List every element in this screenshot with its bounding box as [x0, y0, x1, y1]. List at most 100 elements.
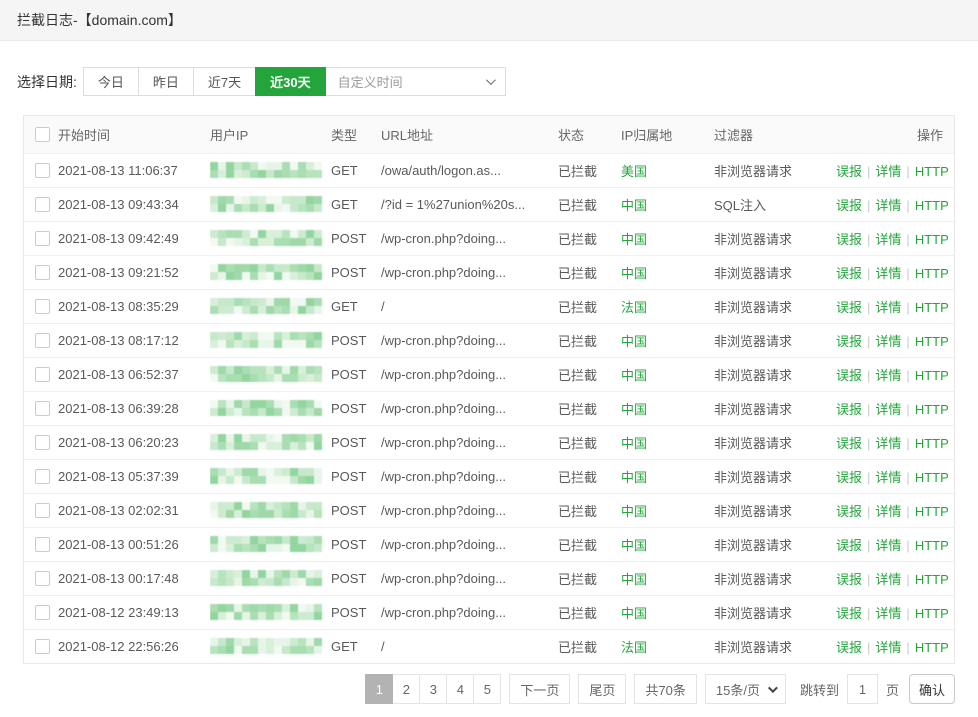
action-link-http[interactable]: HTTP: [915, 572, 949, 587]
action-link-detail[interactable]: 详情: [875, 198, 901, 213]
page-number-button[interactable]: 5: [473, 674, 501, 704]
user-ip-cell: [210, 357, 331, 391]
row-checkbox[interactable]: [35, 333, 50, 348]
action-link-http[interactable]: HTTP: [915, 334, 949, 349]
status: 已拦截: [558, 289, 621, 323]
action-link-http[interactable]: HTTP: [915, 164, 949, 179]
row-checkbox[interactable]: [35, 197, 50, 212]
row-checkbox-cell: [24, 629, 58, 663]
row-checkbox[interactable]: [35, 265, 50, 280]
action-link-misreport[interactable]: 误报: [836, 402, 862, 417]
action-link-detail[interactable]: 详情: [875, 368, 901, 383]
action-link-http[interactable]: HTTP: [915, 232, 949, 247]
action-link-http[interactable]: HTTP: [915, 198, 949, 213]
action-link-http[interactable]: HTTP: [915, 504, 949, 519]
action-link-detail[interactable]: 详情: [875, 232, 901, 247]
row-checkbox[interactable]: [35, 605, 50, 620]
start-time: 2021-08-13 06:39:28: [58, 391, 210, 425]
action-link-http[interactable]: HTTP: [915, 300, 949, 315]
confirm-button[interactable]: 确认: [909, 674, 955, 704]
page-number-button[interactable]: 2: [392, 674, 420, 704]
action-link-misreport[interactable]: 误报: [836, 300, 862, 315]
action-link-detail[interactable]: 详情: [875, 640, 901, 655]
user-ip-cell: [210, 153, 331, 187]
row-checkbox[interactable]: [35, 503, 50, 518]
action-link-http[interactable]: HTTP: [915, 606, 949, 621]
page-number-button[interactable]: 3: [419, 674, 447, 704]
row-checkbox[interactable]: [35, 435, 50, 450]
date-range-button[interactable]: 近30天: [255, 67, 325, 96]
row-checkbox[interactable]: [35, 299, 50, 314]
request-method: POST: [331, 255, 381, 289]
status: 已拦截: [558, 425, 621, 459]
select-all-checkbox[interactable]: [35, 127, 50, 142]
row-checkbox[interactable]: [35, 231, 50, 246]
action-link-misreport[interactable]: 误报: [836, 538, 862, 553]
table-header-row: 开始时间用户IP类型URL地址状态IP归属地过滤器操作: [24, 116, 954, 153]
page-number-button[interactable]: 1: [365, 674, 393, 704]
action-separator: |: [867, 572, 870, 587]
start-time: 2021-08-13 09:21:52: [58, 255, 210, 289]
log-table: 开始时间用户IP类型URL地址状态IP归属地过滤器操作 2021-08-13 1…: [23, 115, 955, 664]
row-checkbox[interactable]: [35, 401, 50, 416]
request-method: POST: [331, 459, 381, 493]
action-link-detail[interactable]: 详情: [875, 538, 901, 553]
action-link-http[interactable]: HTTP: [915, 266, 949, 281]
start-time: 2021-08-13 00:17:48: [58, 561, 210, 595]
last-page-button[interactable]: 尾页: [578, 674, 626, 704]
row-checkbox[interactable]: [35, 537, 50, 552]
date-range-button[interactable]: 近7天: [193, 67, 256, 96]
action-link-detail[interactable]: 详情: [875, 334, 901, 349]
row-checkbox[interactable]: [35, 469, 50, 484]
action-link-detail[interactable]: 详情: [875, 572, 901, 587]
action-link-misreport[interactable]: 误报: [836, 266, 862, 281]
action-link-misreport[interactable]: 误报: [836, 368, 862, 383]
next-page-button[interactable]: 下一页: [509, 674, 570, 704]
start-time: 2021-08-13 00:51:26: [58, 527, 210, 561]
action-link-http[interactable]: HTTP: [915, 640, 949, 655]
start-time: 2021-08-13 09:43:34: [58, 187, 210, 221]
ip-location: 中国: [621, 357, 714, 391]
request-method: GET: [331, 153, 381, 187]
action-link-http[interactable]: HTTP: [915, 402, 949, 417]
action-link-misreport[interactable]: 误报: [836, 640, 862, 655]
action-link-detail[interactable]: 详情: [875, 402, 901, 417]
action-link-detail[interactable]: 详情: [875, 266, 901, 281]
row-checkbox[interactable]: [35, 571, 50, 586]
row-checkbox[interactable]: [35, 163, 50, 178]
action-link-http[interactable]: HTTP: [915, 470, 949, 485]
action-link-misreport[interactable]: 误报: [836, 198, 862, 213]
action-link-detail[interactable]: 详情: [875, 164, 901, 179]
table-row: 2021-08-13 09:42:49POST/wp-cron.php?doin…: [24, 221, 954, 255]
action-link-misreport[interactable]: 误报: [836, 504, 862, 519]
action-link-detail[interactable]: 详情: [875, 504, 901, 519]
action-link-misreport[interactable]: 误报: [836, 334, 862, 349]
action-link-detail[interactable]: 详情: [875, 606, 901, 621]
action-link-misreport[interactable]: 误报: [836, 572, 862, 587]
action-link-http[interactable]: HTTP: [915, 538, 949, 553]
action-link-misreport[interactable]: 误报: [836, 436, 862, 451]
action-link-detail[interactable]: 详情: [875, 436, 901, 451]
action-link-http[interactable]: HTTP: [915, 368, 949, 383]
action-link-detail[interactable]: 详情: [875, 300, 901, 315]
jump-page-input[interactable]: [847, 674, 878, 704]
date-range-button[interactable]: 今日: [83, 67, 139, 96]
action-link-misreport[interactable]: 误报: [836, 470, 862, 485]
row-checkbox[interactable]: [35, 367, 50, 382]
page-number-button[interactable]: 4: [446, 674, 474, 704]
action-separator: |: [867, 334, 870, 349]
action-link-misreport[interactable]: 误报: [836, 232, 862, 247]
page-unit-label: 页: [886, 680, 899, 699]
date-range-button[interactable]: 昨日: [138, 67, 194, 96]
custom-time-select[interactable]: 自定义时间: [325, 67, 506, 96]
action-link-http[interactable]: HTTP: [915, 436, 949, 451]
action-separator: |: [867, 164, 870, 179]
action-link-misreport[interactable]: 误报: [836, 606, 862, 621]
action-link-misreport[interactable]: 误报: [836, 164, 862, 179]
row-checkbox-cell: [24, 527, 58, 561]
row-actions: 误报|详情|HTTP: [836, 357, 954, 391]
start-time: 2021-08-13 06:52:37: [58, 357, 210, 391]
row-checkbox[interactable]: [35, 639, 50, 654]
page-size-select[interactable]: 15条/页: [705, 674, 786, 704]
action-link-detail[interactable]: 详情: [875, 470, 901, 485]
